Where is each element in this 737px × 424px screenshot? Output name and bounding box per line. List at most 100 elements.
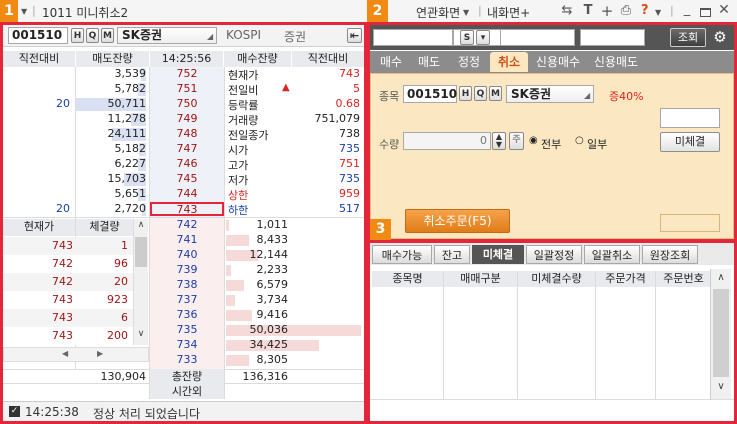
chevron-down-icon[interactable]: ▼ <box>655 8 661 17</box>
ask-price[interactable]: 746 <box>150 157 224 170</box>
tab-order-5[interactable]: 신용매도 <box>588 52 644 72</box>
qty-calc-button[interactable]: 주 <box>509 132 524 150</box>
scroll-down-icon[interactable]: ∨ <box>135 329 147 343</box>
col-header-prev-diff: 직전대비 <box>3 51 75 67</box>
memo-button[interactable]: M <box>101 28 114 43</box>
ask-price[interactable]: 745 <box>150 172 224 185</box>
my-screen-menu[interactable]: 내화면+ <box>487 4 530 21</box>
scroll-left-icon[interactable]: ◀ <box>62 349 68 358</box>
add-icon[interactable]: + <box>600 2 614 20</box>
col-header-prev-diff-2: 직전대비 <box>292 51 364 67</box>
ask-qty: 11,278 <box>107 112 147 125</box>
related-screens-menu[interactable]: 연관화면 <box>416 4 460 21</box>
ask-price[interactable]: 750 <box>150 97 224 110</box>
bid-price[interactable]: 738 <box>150 278 224 291</box>
scroll-down-icon[interactable]: ∨ <box>713 381 729 395</box>
stock-code-input[interactable]: 001510 <box>8 27 68 44</box>
ask-price[interactable]: 749 <box>150 112 224 125</box>
ask-price[interactable]: 744 <box>150 187 224 200</box>
ask-price[interactable]: 751 <box>150 82 224 95</box>
tab-order-0[interactable]: 매수 <box>374 52 408 72</box>
scroll-up-icon[interactable]: ∧ <box>713 272 729 286</box>
tab-list-3[interactable]: 일괄정정 <box>526 245 582 264</box>
trade-price: 742 <box>52 275 73 288</box>
ask-price[interactable]: 747 <box>150 142 224 155</box>
minimize-icon[interactable]: _ <box>681 2 693 17</box>
bid-price[interactable]: 736 <box>150 308 224 321</box>
bid-price[interactable]: 733 <box>150 353 224 366</box>
col-header-list-3: 주문가격 <box>596 271 655 287</box>
tab-order-4[interactable]: 신용매수 <box>530 52 586 72</box>
gear-icon[interactable]: ⚙ <box>710 28 730 47</box>
bid-price[interactable]: 734 <box>150 338 224 351</box>
account-number-input[interactable] <box>373 29 453 46</box>
close-icon[interactable]: ✕ <box>717 2 731 18</box>
trade-volume: 96 <box>114 257 128 270</box>
chevron-down-icon[interactable]: ▼ <box>463 8 469 17</box>
qty-input[interactable]: 0 <box>403 132 491 150</box>
col-header-list-0: 종목명 <box>372 271 443 287</box>
list-footer <box>370 399 734 421</box>
bid-price[interactable]: 739 <box>150 263 224 276</box>
list-scrollbar[interactable]: ∧ ∨ <box>710 269 731 399</box>
collapse-panel-icon[interactable]: ⇤ <box>347 28 362 43</box>
history-button[interactable]: H <box>71 28 84 43</box>
inquiry-button[interactable]: 조회 <box>670 28 706 47</box>
tab-list-4[interactable]: 일괄취소 <box>584 245 640 264</box>
bid-price[interactable]: 737 <box>150 293 224 306</box>
scroll-up-icon[interactable]: ∧ <box>135 220 147 236</box>
bid-qty: 8,305 <box>256 353 289 366</box>
up-arrow-icon: ▲ <box>282 82 290 93</box>
help-icon[interactable]: ? <box>641 3 649 18</box>
print-icon[interactable]: ⎙ <box>619 3 633 18</box>
radio-part-icon[interactable]: ○ <box>575 135 584 146</box>
bid-price[interactable]: 735 <box>150 323 224 336</box>
ask-price[interactable]: 743 <box>150 202 224 216</box>
cancel-order-button[interactable]: 취소주문(F5) <box>405 209 510 233</box>
bid-price[interactable]: 742 <box>150 218 224 231</box>
tab-order-3[interactable]: 취소 <box>490 52 528 72</box>
status-time: 14:25:38 <box>25 405 79 419</box>
status-field <box>660 214 720 232</box>
scroll-right-icon[interactable]: ▶ <box>97 349 103 358</box>
history-button[interactable]: H <box>459 86 472 101</box>
divider: | <box>670 4 674 17</box>
divider: | <box>478 4 482 17</box>
tab-list-5[interactable]: 원장조회 <box>642 245 698 264</box>
search-icon[interactable]: Q <box>474 86 487 101</box>
password-input[interactable] <box>580 29 645 46</box>
trade-hscrollbar[interactable]: ◀ ▶ <box>3 347 149 362</box>
order-stock-code-input[interactable]: 001510 <box>403 85 457 103</box>
info-value: 959 <box>339 187 360 200</box>
tab-list-1[interactable]: 잔고 <box>434 245 470 264</box>
scroll-thumb[interactable] <box>713 289 729 377</box>
text-size-icon[interactable]: T <box>581 3 595 18</box>
ask-price[interactable]: 748 <box>150 127 224 140</box>
tab-list-2[interactable]: 미체결 <box>472 245 524 264</box>
search-icon[interactable]: Q <box>86 28 99 43</box>
margin-rate: 증40% <box>609 90 644 103</box>
scroll-thumb[interactable] <box>135 237 147 267</box>
qty-stepper[interactable]: ▲ ▼ <box>492 132 506 150</box>
tab-list-0[interactable]: 매수가능 <box>372 245 432 264</box>
link-screen-icon[interactable]: ⇆ <box>560 3 574 18</box>
stock-name-select[interactable]: SK증권 <box>117 27 217 44</box>
radio-part-label[interactable]: 일부 <box>587 136 607 152</box>
order-stock-name-select[interactable]: SK증권 <box>506 85 594 103</box>
trade-scrollbar[interactable]: ∧ ∨ <box>133 219 148 345</box>
bid-price[interactable]: 741 <box>150 233 224 246</box>
ask-prev-diff: 20 <box>56 202 70 215</box>
tab-order-2[interactable]: 정정 <box>450 52 488 72</box>
memo-button[interactable]: M <box>489 86 502 101</box>
ask-price[interactable]: 752 <box>150 67 224 80</box>
maximize-icon[interactable] <box>700 8 711 17</box>
account-bar: S ▾ 조회 ⚙ <box>370 25 734 50</box>
chevron-down-icon[interactable]: ▾ <box>476 30 490 45</box>
menu-caret-icon[interactable]: ▼ <box>21 7 27 16</box>
radio-all-icon[interactable]: ◉ <box>529 135 538 146</box>
unfilled-button[interactable]: 미체결 <box>660 132 720 152</box>
radio-all-label[interactable]: 전부 <box>541 136 561 152</box>
account-s-button[interactable]: S <box>460 30 474 45</box>
tab-order-1[interactable]: 매도 <box>410 52 448 72</box>
bid-price[interactable]: 740 <box>150 248 224 261</box>
